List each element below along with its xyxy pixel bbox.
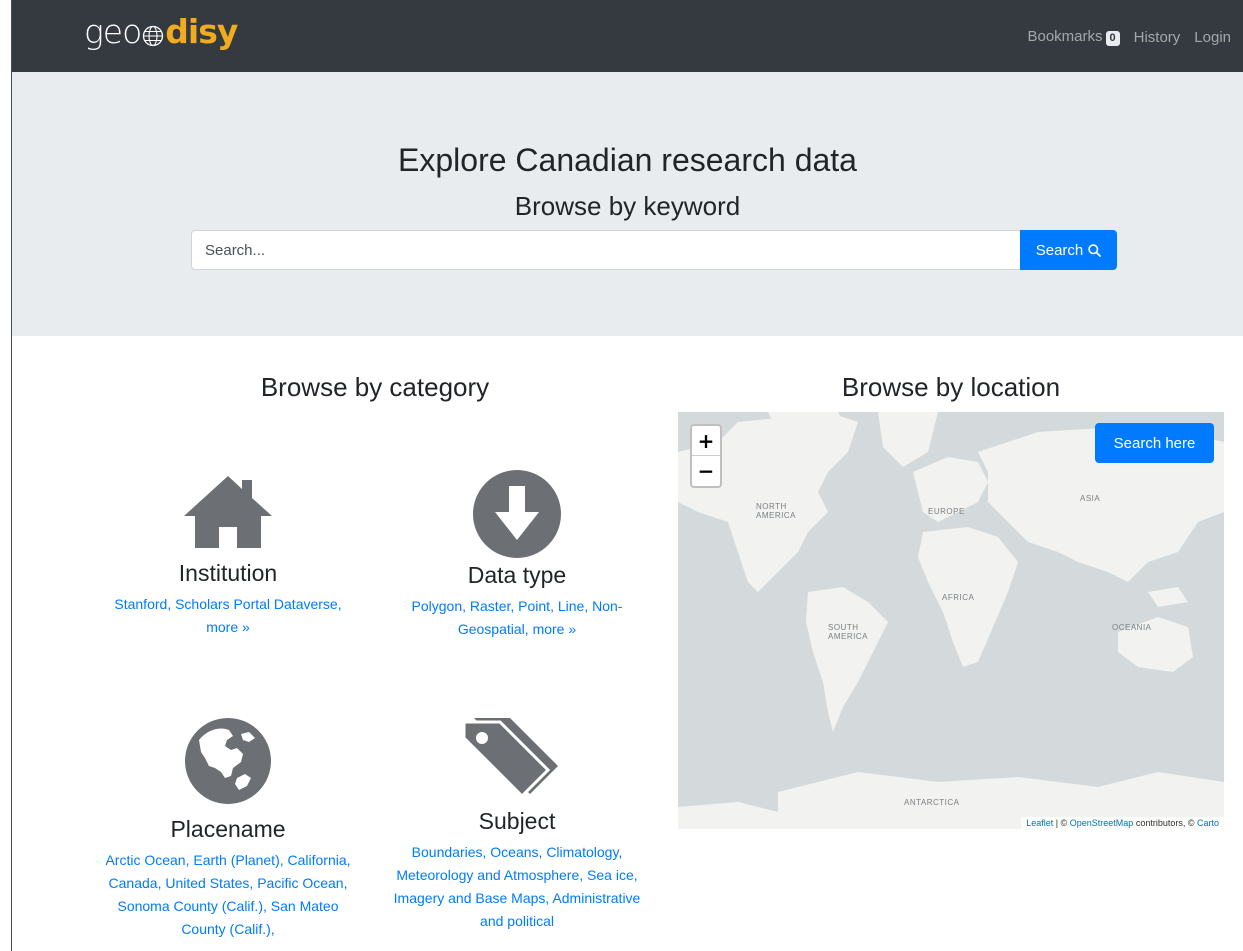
category-links: Stanford, Scholars Portal Dataverse, mor… xyxy=(114,596,342,635)
zoom-out-button[interactable]: − xyxy=(692,456,720,486)
home-icon[interactable] xyxy=(182,472,274,548)
browse-category-heading: Browse by category xyxy=(260,372,490,402)
link-oceans[interactable]: Oceans xyxy=(490,844,538,860)
link-imagery-base-maps[interactable]: Imagery and Base Maps xyxy=(394,890,546,906)
category-name[interactable]: Data type xyxy=(387,562,647,589)
link-point[interactable]: Point xyxy=(518,598,550,614)
search-icon xyxy=(1088,243,1102,257)
logo-text-geo: geo xyxy=(84,12,142,51)
link-scholars-portal-dataverse[interactable]: Scholars Portal Dataverse xyxy=(175,596,338,612)
link-arctic-ocean[interactable]: Arctic Ocean xyxy=(105,852,185,868)
download-circle-icon[interactable] xyxy=(473,470,561,558)
globe-icon[interactable] xyxy=(185,718,271,804)
category-name[interactable]: Subject xyxy=(387,808,647,835)
login-link[interactable]: Login xyxy=(1194,29,1231,46)
link-earth-planet[interactable]: Earth (Planet) xyxy=(193,852,279,868)
tags-icon[interactable] xyxy=(462,716,572,796)
map-label-antarctica: ANTARCTICA xyxy=(904,798,960,807)
page-title: Explore Canadian research data xyxy=(398,142,857,178)
osm-link[interactable]: OpenStreetMap xyxy=(1070,818,1134,828)
link-canada[interactable]: Canada xyxy=(109,875,158,891)
bookmarks-link[interactable]: Bookmarks 0 xyxy=(1027,28,1120,46)
link-raster[interactable]: Raster xyxy=(470,598,510,614)
category-links: Polygon, Raster, Point, Line, Non-Geospa… xyxy=(411,598,623,637)
link-climatology[interactable]: Climatology xyxy=(546,844,618,860)
logo-text-disy: disy xyxy=(165,12,238,51)
link-sea-ice[interactable]: Sea ice xyxy=(587,867,634,883)
search-button-label: Search xyxy=(1035,241,1084,259)
map-attribution: Leaflet | © OpenStreetMap contributors, … xyxy=(1021,817,1224,829)
more-link[interactable]: more » xyxy=(533,621,577,637)
history-link[interactable]: History xyxy=(1134,29,1181,46)
link-line[interactable]: Line xyxy=(558,598,584,614)
link-sonoma-county[interactable]: Sonoma County (Calif.) xyxy=(117,898,263,914)
window-left-edge xyxy=(0,0,12,951)
browse-location-heading: Browse by location xyxy=(841,372,1061,402)
link-stanford[interactable]: Stanford xyxy=(114,596,167,612)
link-united-states[interactable]: United States xyxy=(165,875,249,891)
search-here-button[interactable]: Search here xyxy=(1095,423,1214,463)
category-placename: Placename Arctic Ocean, Earth (Planet), … xyxy=(98,718,358,941)
link-boundaries[interactable]: Boundaries xyxy=(412,844,483,860)
world-map[interactable]: + − Search here NORTH AMERICA EUROPE ASI… xyxy=(678,412,1224,829)
more-link[interactable]: more » xyxy=(206,619,250,635)
search-input[interactable] xyxy=(191,230,1020,270)
attribution-contributors: contributors, © xyxy=(1133,818,1197,828)
geodisy-logo[interactable]: geo disy xyxy=(84,12,238,52)
bookmarks-count-badge: 0 xyxy=(1105,31,1120,46)
bookmarks-label: Bookmarks xyxy=(1027,28,1103,45)
search-form: Search xyxy=(191,230,1117,270)
link-california[interactable]: California xyxy=(288,852,347,868)
navbar: geo disy Bookmarks 0 History Login xyxy=(12,0,1243,72)
category-name[interactable]: Placename xyxy=(98,816,358,843)
category-links: Arctic Ocean, Earth (Planet), California… xyxy=(105,852,351,937)
map-label-asia: ASIA xyxy=(1080,494,1101,503)
link-polygon[interactable]: Polygon xyxy=(412,598,463,614)
browse-keyword-heading: Browse by keyword xyxy=(514,191,741,221)
logo-globe-icon xyxy=(143,25,164,47)
category-institution: Institution Stanford, Scholars Portal Da… xyxy=(98,472,358,639)
map-label-europe: EUROPE xyxy=(928,507,965,516)
hero-jumbotron: Explore Canadian research data Browse by… xyxy=(12,72,1243,336)
nav-links: Bookmarks 0 History Login xyxy=(1013,28,1231,46)
map-zoom-control: + − xyxy=(690,424,722,488)
category-name[interactable]: Institution xyxy=(98,560,358,587)
link-pacific-ocean[interactable]: Pacific Ocean xyxy=(257,875,343,891)
category-subject: Subject Boundaries, Oceans, Climatology,… xyxy=(387,716,647,933)
map-tiles xyxy=(678,412,1224,829)
category-links: Boundaries, Oceans, Climatology, Meteoro… xyxy=(393,844,641,929)
map-label-south-america: SOUTH AMERICA xyxy=(828,623,868,641)
search-button[interactable]: Search xyxy=(1020,230,1117,270)
carto-link[interactable]: Carto xyxy=(1197,818,1219,828)
map-label-north-america: NORTH AMERICA xyxy=(756,502,796,520)
map-label-africa: AFRICA xyxy=(942,593,975,602)
attribution-separator: | © xyxy=(1053,818,1070,828)
leaflet-link[interactable]: Leaflet xyxy=(1026,818,1053,828)
map-label-oceania: OCEANIA xyxy=(1112,623,1152,632)
link-meteorology[interactable]: Meteorology and Atmosphere xyxy=(396,867,579,883)
category-data-type: Data type Polygon, Raster, Point, Line, … xyxy=(387,470,647,641)
zoom-in-button[interactable]: + xyxy=(692,426,720,456)
